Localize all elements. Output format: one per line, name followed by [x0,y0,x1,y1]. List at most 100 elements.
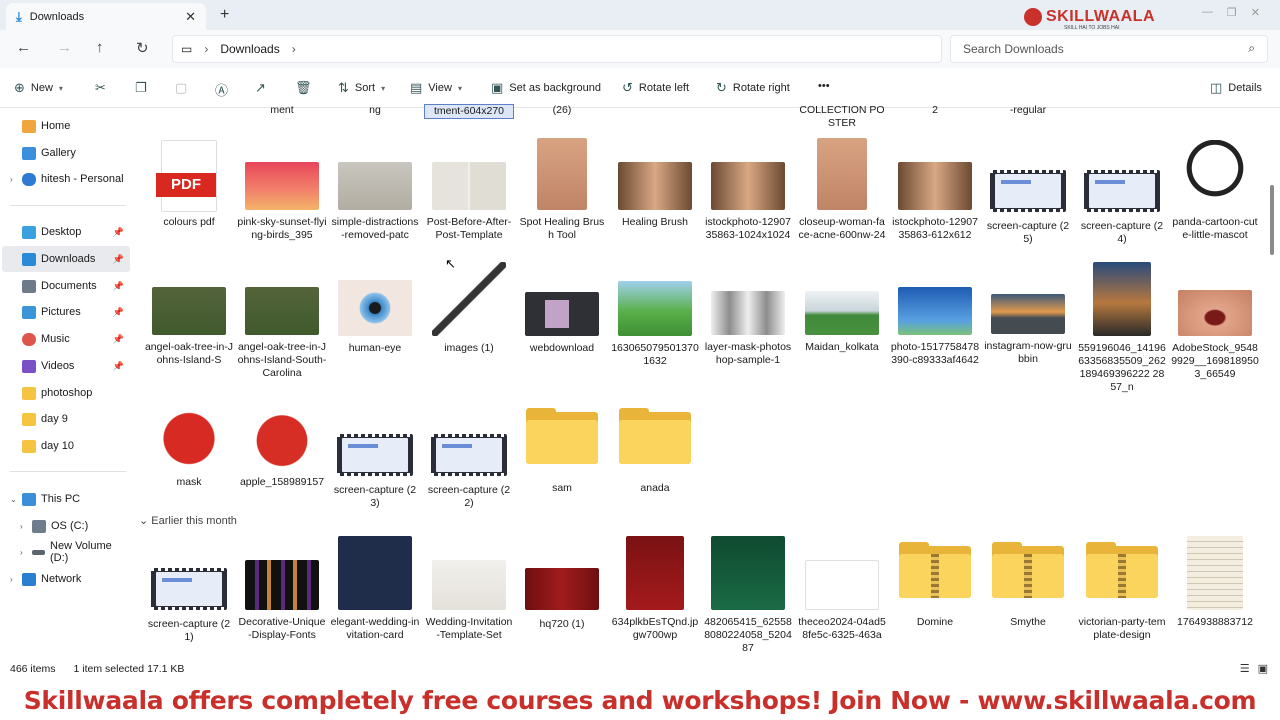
sidebar-item-home[interactable]: Home [2,113,130,139]
file-item[interactable]: -regular [983,104,1073,117]
file-item[interactable]: closeup-woman-face-acne-600nw-24 [797,138,887,242]
chevron-right-icon[interactable]: › [10,575,22,584]
thumbnail-view-icon[interactable]: ▣ [1258,662,1268,675]
file-item[interactable]: AdobeStock_95489929__1698189503_66549 [1170,290,1260,381]
details-button[interactable]: ◫ Details [1210,80,1262,96]
file-item[interactable]: Post-Before-After-Post-Template [424,162,514,242]
refresh-icon[interactable]: ↻ [136,39,149,57]
file-item[interactable]: 2 [890,104,980,117]
forward-icon[interactable]: → [57,39,72,56]
sidebar-item-music[interactable]: Music 📌 [2,326,130,352]
rotate-left-button[interactable]: ↺ Rotate left [622,80,689,96]
sidebar-item-videos[interactable]: Videos 📌 [2,353,130,379]
file-item[interactable]: Spot Healing Brush Tool [517,138,607,242]
file-item[interactable]: layer-mask-photoshop-sample-1 [703,291,793,367]
file-item[interactable]: PDF colours pdf [144,140,234,229]
file-item[interactable]: mask [144,400,234,489]
file-item[interactable]: 634plkbEsTQnd.jpgw700wp [610,536,700,642]
window-tab[interactable]: ⤓ Downloads ✕ [6,3,206,30]
file-item[interactable]: theceo2024-04ad58fe5c-6325-463a [797,560,887,642]
sidebar-item-new-volume-d[interactable]: › New Volume (D:) [2,539,130,565]
folder-item[interactable]: anada [610,408,700,495]
sidebar-item-os-c[interactable]: › OS (C:) [2,513,130,539]
sidebar-item-this-pc[interactable]: ⌄ This PC [2,486,130,512]
chevron-right-icon[interactable]: › [292,42,296,56]
file-item[interactable]: instagram-now-grubbin [983,294,1073,366]
breadcrumb[interactable]: ▭ › Downloads › [172,35,942,63]
file-item[interactable]: hq720 (1) [517,568,607,631]
vertical-scrollbar[interactable] [1270,185,1274,255]
file-item[interactable]: pink-sky-sunset-flying-birds_395 [237,162,327,242]
file-item[interactable]: 1630650795013701632 [610,281,700,368]
new-button[interactable]: ⊕ New ▾ [14,80,63,96]
sidebar-item-photoshop[interactable]: photoshop [2,380,130,406]
chevron-right-icon[interactable]: › [204,42,208,56]
minimize-icon[interactable]: — [1202,6,1213,19]
breadcrumb-current[interactable]: Downloads [220,42,279,56]
delete-button[interactable]: 🗑 [295,80,312,96]
chevron-right-icon[interactable]: › [20,522,32,531]
file-item[interactable]: 1764938883712 [1170,536,1260,629]
file-item[interactable]: istockphoto-1290735863-612x612 [890,162,980,242]
file-item[interactable]: Healing Brush [610,162,700,229]
chevron-right-icon[interactable]: › [10,175,22,184]
copy-button[interactable]: ❐ [135,80,147,96]
file-item[interactable]: screen-capture (22) [424,434,514,510]
file-item[interactable]: 559196046_1419663356835509_2621894693962… [1077,262,1167,394]
zip-folder-item[interactable]: victorian-party-template-design [1077,542,1167,642]
group-header[interactable]: ⌄ Earlier this month [139,514,237,527]
up-icon[interactable]: ↑ [96,39,104,56]
sidebar-item-day-9[interactable]: day 9 [2,406,130,432]
paste-button[interactable]: ▢ [175,80,187,96]
file-item[interactable]: human-eye [330,280,420,355]
file-item[interactable]: ment [237,104,327,117]
file-item[interactable]: Wedding-Invitation-Template-Set [424,560,514,642]
file-item[interactable]: panda-cartoon-cute-little-mascot [1170,140,1260,242]
file-item[interactable]: angel-oak-tree-in-Johns-Island-S [144,287,234,367]
view-button[interactable]: ▤ View ▾ [410,80,462,96]
details-view-icon[interactable]: ☰ [1240,662,1250,675]
sidebar-item-gallery[interactable]: Gallery [2,140,130,166]
chevron-right-icon[interactable]: › [20,548,32,557]
folder-item[interactable]: sam [517,408,607,495]
back-icon[interactable]: ← [16,39,31,56]
file-item[interactable]: Decorative-Unique-Display-Fonts [237,560,327,642]
file-item-selected[interactable]: tment-604x270 [424,104,514,119]
zip-folder-item[interactable]: Domine [890,542,980,629]
file-item[interactable]: photo-1517758478390-c89333af4642 [890,287,980,367]
file-item[interactable]: 482065415_625588080224058_520487 [703,536,793,655]
file-item[interactable]: screen-capture (21) [144,568,234,644]
cut-button[interactable]: ✂ [95,80,106,96]
sidebar-item-onedrive[interactable]: › hitesh - Personal [2,166,130,192]
close-tab-icon[interactable]: ✕ [185,9,196,25]
file-item[interactable]: screen-capture (25) [983,170,1073,246]
sidebar-item-pictures[interactable]: Pictures 📌 [2,299,130,325]
sidebar-item-downloads[interactable]: Downloads 📌 [2,246,130,272]
chevron-down-icon[interactable]: ⌄ [139,515,148,527]
sidebar-item-network[interactable]: › Network [2,566,130,592]
file-item[interactable]: istockphoto-1290735863-1024x1024 [703,162,793,242]
sidebar-item-documents[interactable]: Documents 📌 [2,273,130,299]
file-item[interactable]: angel-oak-tree-in-Johns-Island-South-Car… [237,287,327,380]
set-as-background-button[interactable]: ▣ Set as background [491,80,601,96]
zip-folder-item[interactable]: Smythe [983,542,1073,629]
sidebar-item-desktop[interactable]: Desktop 📌 [2,219,130,245]
maximize-icon[interactable]: ❐ [1227,6,1237,19]
file-item[interactable]: COLLECTION POSTER [797,104,887,130]
more-options-button[interactable]: ••• [818,80,830,92]
file-item[interactable]: images (1) [424,262,514,355]
rename-button[interactable]: Ⓐ [215,80,228,99]
file-item[interactable]: screen-capture (24) [1077,170,1167,246]
file-item[interactable]: elegant-wedding-invitation-card [330,536,420,642]
share-button[interactable]: ↗ [255,80,266,96]
rotate-right-button[interactable]: ↻ Rotate right [716,80,790,96]
search-input[interactable]: Search Downloads ⌕ [950,35,1268,63]
computer-icon[interactable]: ▭ [181,42,192,56]
file-item[interactable]: simple-distractions-removed-patc [330,162,420,242]
new-tab-button[interactable]: + [220,6,229,24]
file-item[interactable]: ng [330,104,420,117]
file-item[interactable]: (26) [517,104,607,117]
file-item[interactable]: webdownload [517,292,607,355]
file-item[interactable]: screen-capture (23) [330,434,420,510]
chevron-down-icon[interactable]: ⌄ [10,495,22,504]
